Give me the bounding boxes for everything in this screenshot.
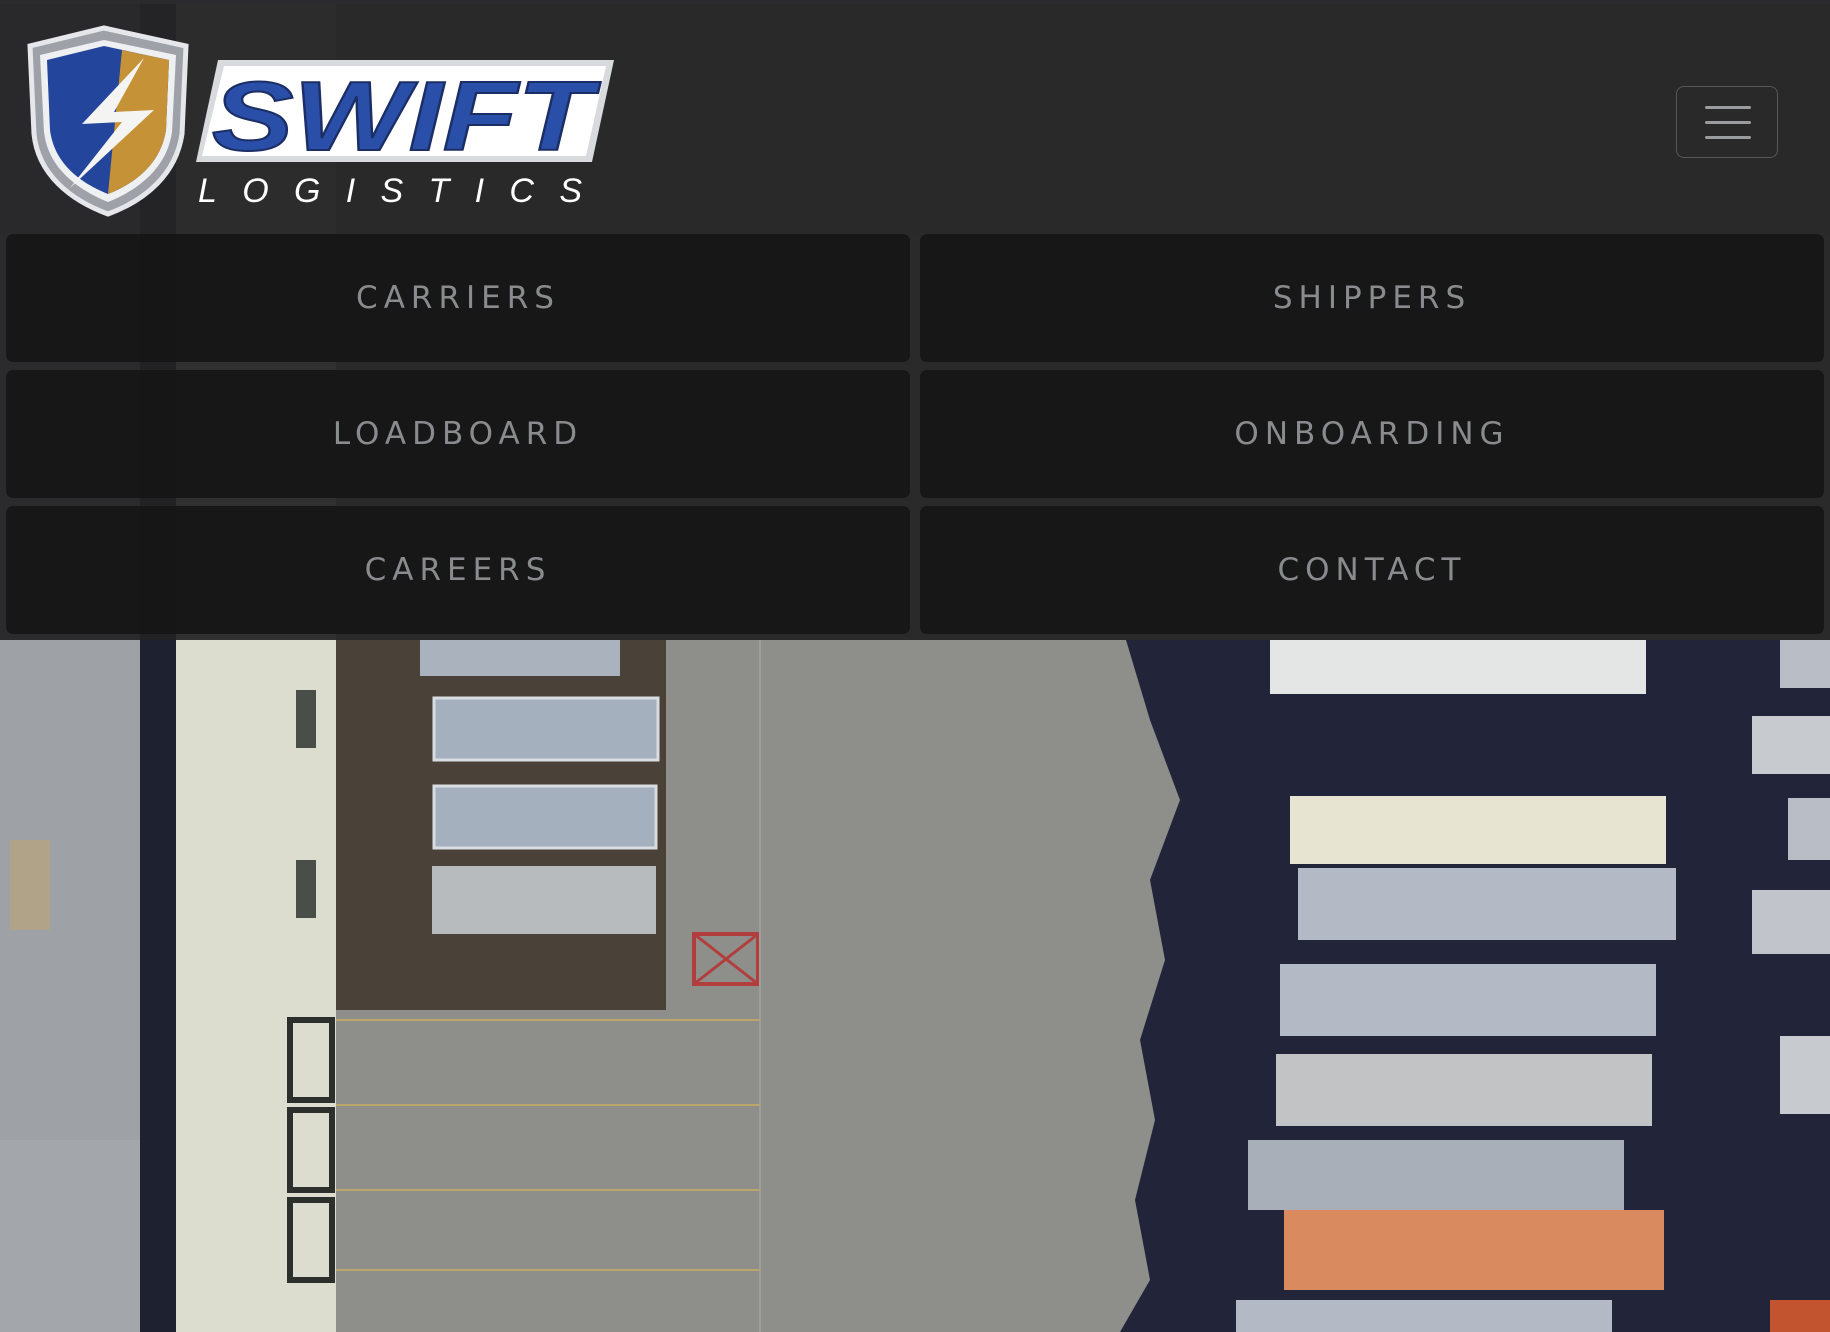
menu-toggle-button[interactable] bbox=[1676, 86, 1778, 158]
nav-item-onboarding[interactable]: ONBOARDING bbox=[920, 370, 1824, 498]
nav-item-loadboard[interactable]: LOADBOARD bbox=[6, 370, 910, 498]
nav-item-label: SHIPPERS bbox=[1272, 280, 1472, 316]
hamburger-icon bbox=[1705, 106, 1751, 109]
hamburger-icon-bar bbox=[1705, 136, 1751, 139]
site-header: SWIFT LOGISTICS bbox=[0, 0, 1830, 234]
nav-item-label: LOADBOARD bbox=[332, 416, 584, 452]
main-nav-menu: CARRIERS SHIPPERS LOADBOARD ONBOARDING C… bbox=[0, 234, 1830, 640]
nav-item-shippers[interactable]: SHIPPERS bbox=[920, 234, 1824, 362]
nav-item-contact[interactable]: CONTACT bbox=[920, 506, 1824, 634]
logo-graphic: SWIFT LOGISTICS bbox=[27, 25, 614, 217]
nav-item-label: ONBOARDING bbox=[1234, 416, 1510, 452]
nav-item-label: CONTACT bbox=[1277, 552, 1467, 588]
hamburger-icon-bar bbox=[1705, 121, 1751, 124]
nav-item-carriers[interactable]: CARRIERS bbox=[6, 234, 910, 362]
swift-logistics-logo[interactable]: SWIFT LOGISTICS bbox=[26, 24, 616, 220]
page: SWIFT LOGISTICS CARRIERS SHIPPERS LOADBO… bbox=[0, 0, 1830, 1332]
logo-subword: LOGISTICS bbox=[198, 172, 582, 210]
nav-item-label: CAREERS bbox=[364, 552, 552, 588]
nav-item-careers[interactable]: CAREERS bbox=[6, 506, 910, 634]
logo-wordmark: SWIFT bbox=[212, 61, 601, 171]
nav-item-label: CARRIERS bbox=[356, 280, 560, 316]
